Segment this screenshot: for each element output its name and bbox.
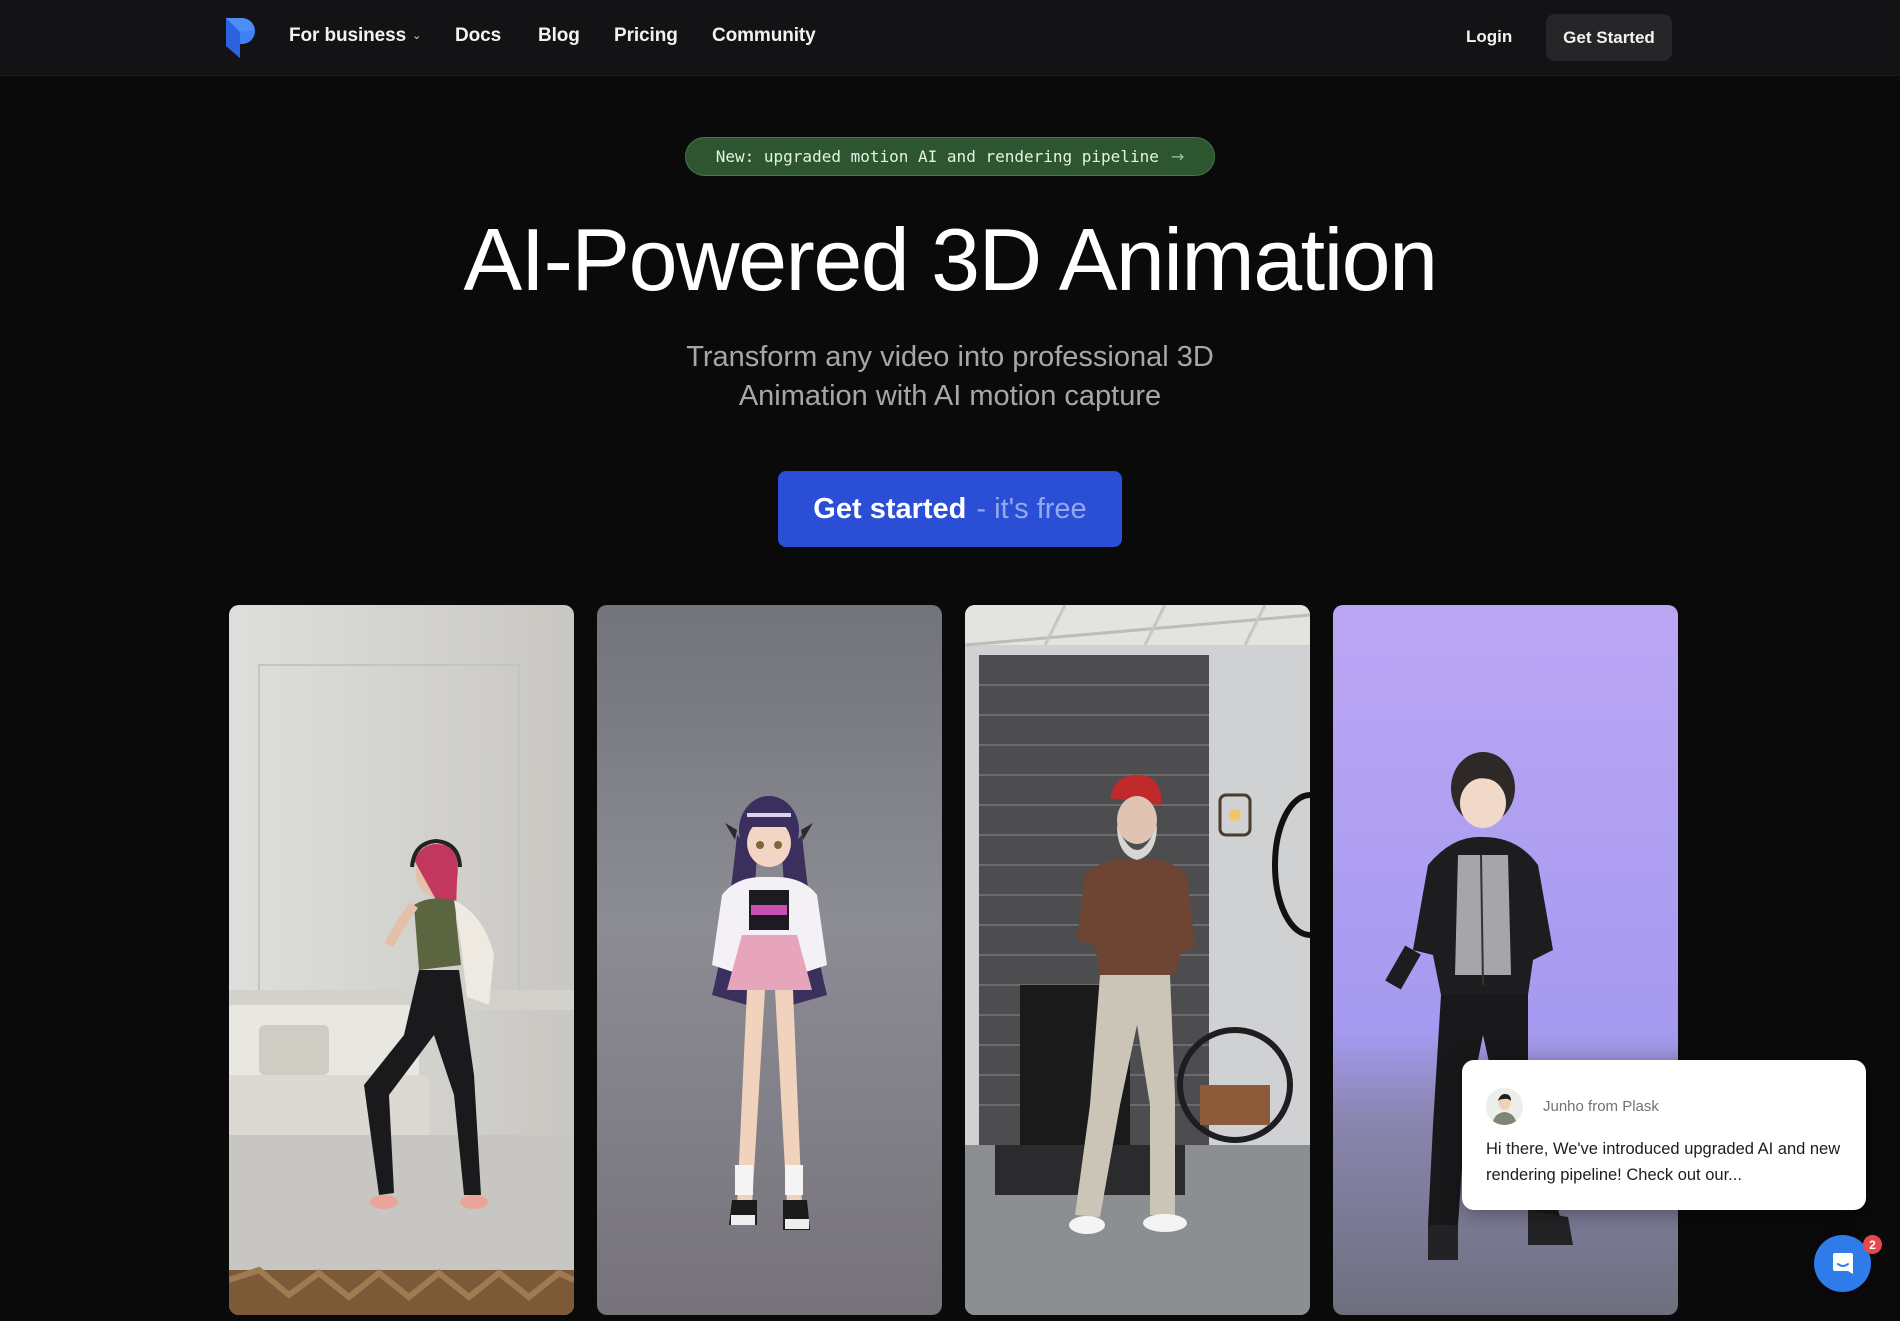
announcement-badge[interactable]: New: upgraded motion AI and rendering pi… (685, 137, 1215, 176)
nav-community[interactable]: Community (712, 25, 816, 47)
nav-blog[interactable]: Blog (538, 25, 580, 47)
plask-logo-icon (226, 18, 255, 58)
hero-subtitle-line1: Transform any video into professional 3D (686, 341, 1214, 373)
hero-subtitle-line2: Animation with AI motion capture (738, 380, 1162, 412)
video-man-dancing (965, 605, 1310, 1315)
top-navigation: For business ⌄ Docs Blog Pricing Communit… (0, 0, 1900, 76)
person-avatar-icon (1486, 1088, 1523, 1125)
arrow-right-icon: → (1170, 147, 1185, 166)
hero-title: AI-Powered 3D Animation (463, 210, 1438, 309)
showcase-video-card[interactable] (965, 605, 1310, 1315)
login-link[interactable]: Login (1466, 27, 1512, 47)
announcement-text: New: upgraded motion AI and rendering pi… (715, 147, 1159, 166)
chevron-down-icon: ⌄ (412, 30, 422, 42)
nav-pricing[interactable]: Pricing (614, 25, 678, 47)
nav-for-business-label: For business (289, 25, 407, 46)
chat-bubble-icon (1832, 1252, 1853, 1274)
chat-preview-popup[interactable]: Junho from Plask Hi there, We've introdu… (1462, 1060, 1866, 1210)
showcase-video-card[interactable] (229, 605, 574, 1315)
get-started-free-button[interactable]: Get started - it's free (778, 471, 1122, 547)
nav-docs[interactable]: Docs (455, 25, 501, 47)
showcase-video-card[interactable] (597, 605, 942, 1315)
cta-sub-label: - it's free (976, 492, 1087, 525)
video-anime-girl-avatar (597, 605, 942, 1315)
agent-avatar (1486, 1088, 1523, 1125)
chat-sender-name: Junho from Plask (1543, 1098, 1659, 1115)
cta-main-label: Get started (813, 492, 967, 525)
unread-count-badge: 2 (1863, 1235, 1882, 1254)
video-woman-dancing (229, 605, 574, 1315)
chat-message-preview: Hi there, We've introduced upgraded AI a… (1486, 1140, 1841, 1184)
nav-for-business[interactable]: For business ⌄ (289, 25, 421, 47)
hero-subtitle: Transform any video into professional 3D… (0, 338, 1900, 416)
nav-get-started-button[interactable]: Get Started (1546, 14, 1672, 61)
plask-logo[interactable] (224, 16, 256, 60)
